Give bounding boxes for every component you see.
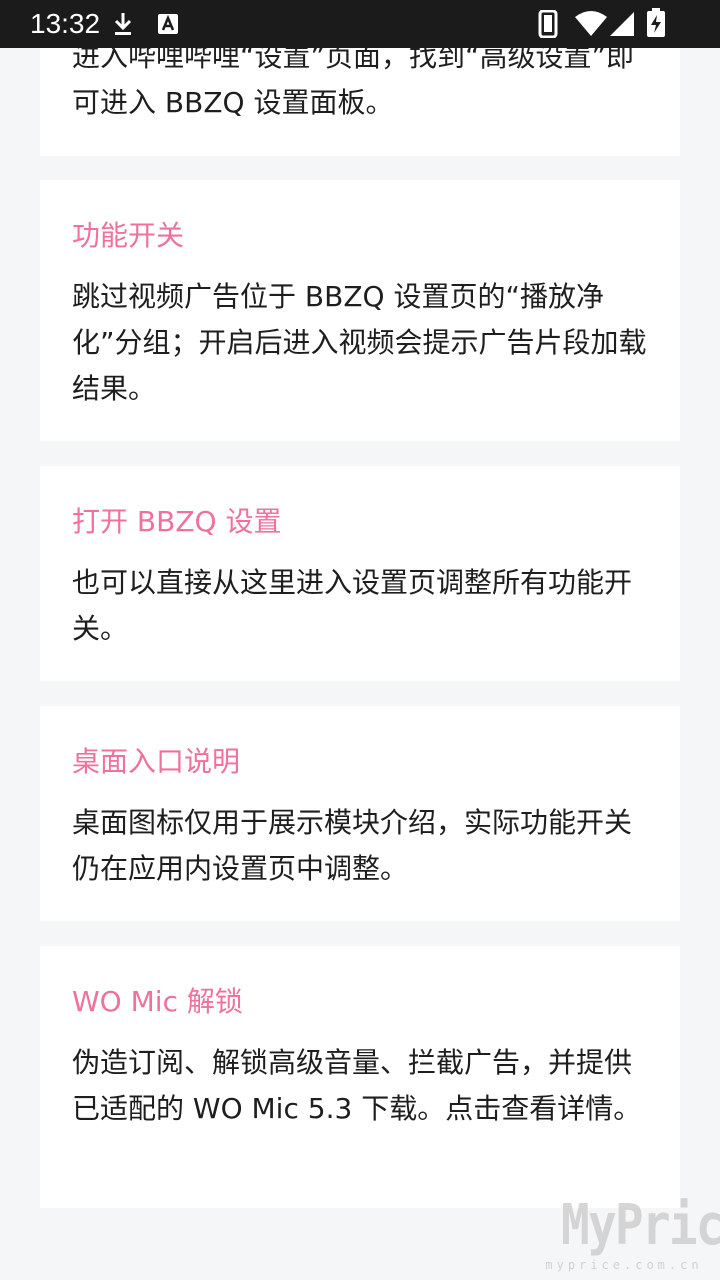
notification-a-icon [157, 13, 179, 39]
battery-charging-icon [646, 8, 666, 42]
card-body: 伪造订阅、解锁高级音量、拦截广告，并提供已适配的 WO Mic 5.3 下载。点… [72, 1046, 642, 1125]
card-body: 跳过视频广告位于 BBZQ 设置页的“播放净化”分组；开启后进入视频会提示广告片… [72, 280, 647, 405]
card-wo-mic-unlock[interactable]: WO Mic 解锁 伪造订阅、解锁高级音量、拦截广告，并提供已适配的 WO Mi… [40, 946, 680, 1208]
status-time: 13:32 [30, 8, 101, 39]
card-feature-switch[interactable]: 功能开关 跳过视频广告位于 BBZQ 设置页的“播放净化”分组；开启后进入视频会… [40, 180, 680, 441]
card-title: 功能开关 [72, 219, 185, 252]
card-open-bbzq-settings[interactable]: 打开 BBZQ 设置 也可以直接从这里进入设置页调整所有功能开关。 [40, 466, 680, 681]
status-bar: 13:32 [0, 0, 720, 48]
card-title: WO Mic 解锁 [72, 985, 243, 1018]
card-title: 桌面入口说明 [72, 745, 241, 778]
phone-icon [538, 9, 558, 42]
download-icon [112, 11, 134, 41]
card-title: 打开 BBZQ 设置 [72, 505, 282, 538]
content-scroll[interactable]: 进入哔哩哔哩“设置”页面，找到“高级设置”即可进入 BBZQ 设置面板。 功能开… [0, 0, 720, 1280]
wifi-icon [574, 10, 608, 42]
card-desktop-entry[interactable]: 桌面入口说明 桌面图标仅用于展示模块介绍，实际功能开关仍在应用内设置页中调整。 [40, 706, 680, 921]
card-body: 桌面图标仅用于展示模块介绍，实际功能开关仍在应用内设置页中调整。 [72, 806, 633, 885]
signal-icon [608, 10, 636, 42]
card-body: 也可以直接从这里进入设置页调整所有功能开关。 [72, 566, 633, 645]
